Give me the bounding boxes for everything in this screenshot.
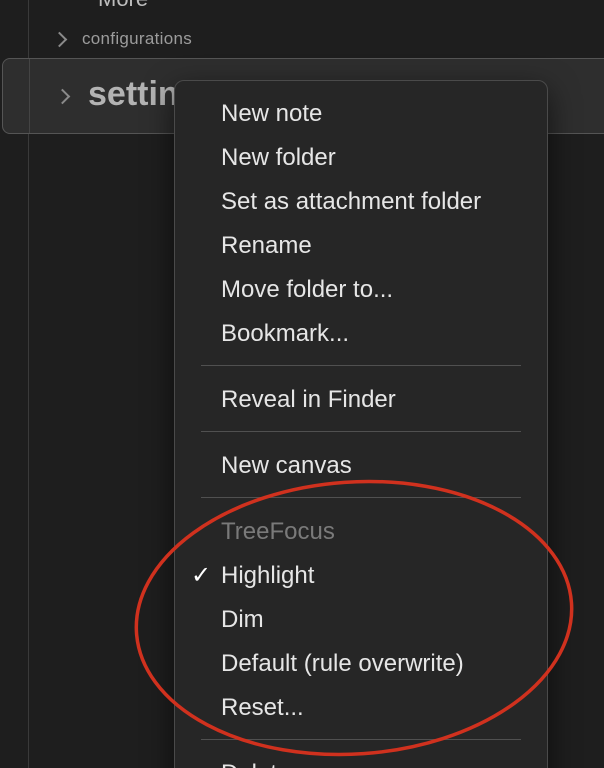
menu-item-delete[interactable]: Delete (175, 754, 547, 768)
menu-item-label: Rename (221, 232, 312, 259)
chevron-right-icon[interactable] (55, 85, 71, 107)
tree-item-configurations[interactable]: configurations (52, 24, 192, 54)
context-menu: New note New folder Set as attachment fo… (174, 80, 548, 768)
tree-item-label: More (98, 0, 148, 11)
menu-item-label: Reset... (221, 694, 304, 721)
menu-section-heading: TreeFocus (221, 518, 335, 545)
menu-item-label: Reveal in Finder (221, 386, 396, 413)
menu-item-label: Dim (221, 606, 264, 633)
menu-item-dim[interactable]: Dim (175, 600, 547, 640)
menu-item-label: New note (221, 100, 323, 127)
menu-separator (201, 431, 521, 432)
menu-item-move-folder[interactable]: Move folder to... (175, 270, 547, 310)
menu-item-label: Move folder to... (221, 276, 394, 303)
menu-item-label: Highlight (221, 562, 315, 589)
menu-item-rename[interactable]: Rename (175, 226, 547, 266)
menu-item-reset[interactable]: Reset... (175, 688, 547, 728)
menu-item-new-note[interactable]: New note (175, 94, 547, 134)
app-window: More configurations settings New note Ne… (0, 0, 604, 768)
checkmark-icon: ✓ (191, 562, 212, 589)
menu-separator (201, 497, 521, 498)
tree-item-more[interactable]: More (98, 0, 148, 12)
menu-item-new-folder[interactable]: New folder (175, 138, 547, 178)
menu-item-label: New canvas (221, 452, 352, 479)
menu-item-highlight[interactable]: ✓ Highlight (175, 556, 547, 596)
menu-separator (201, 365, 521, 366)
tree-item-label: configurations (82, 29, 193, 48)
chevron-right-icon[interactable] (52, 28, 68, 50)
menu-item-bookmark[interactable]: Bookmark... (175, 314, 547, 354)
menu-item-label: Bookmark... (221, 320, 350, 347)
menu-item-label: Delete (221, 760, 290, 768)
menu-separator (201, 739, 521, 740)
menu-item-new-canvas[interactable]: New canvas (175, 446, 547, 486)
menu-item-label: New folder (221, 144, 336, 171)
menu-item-default-rule-overwrite[interactable]: Default (rule overwrite) (175, 644, 547, 684)
menu-item-label: Set as attachment folder (221, 188, 482, 215)
menu-item-set-attachment-folder[interactable]: Set as attachment folder (175, 182, 547, 222)
menu-item-reveal-in-finder[interactable]: Reveal in Finder (175, 380, 547, 420)
menu-item-label: Default (rule overwrite) (221, 650, 464, 677)
tree-indent-guide (29, 59, 30, 133)
